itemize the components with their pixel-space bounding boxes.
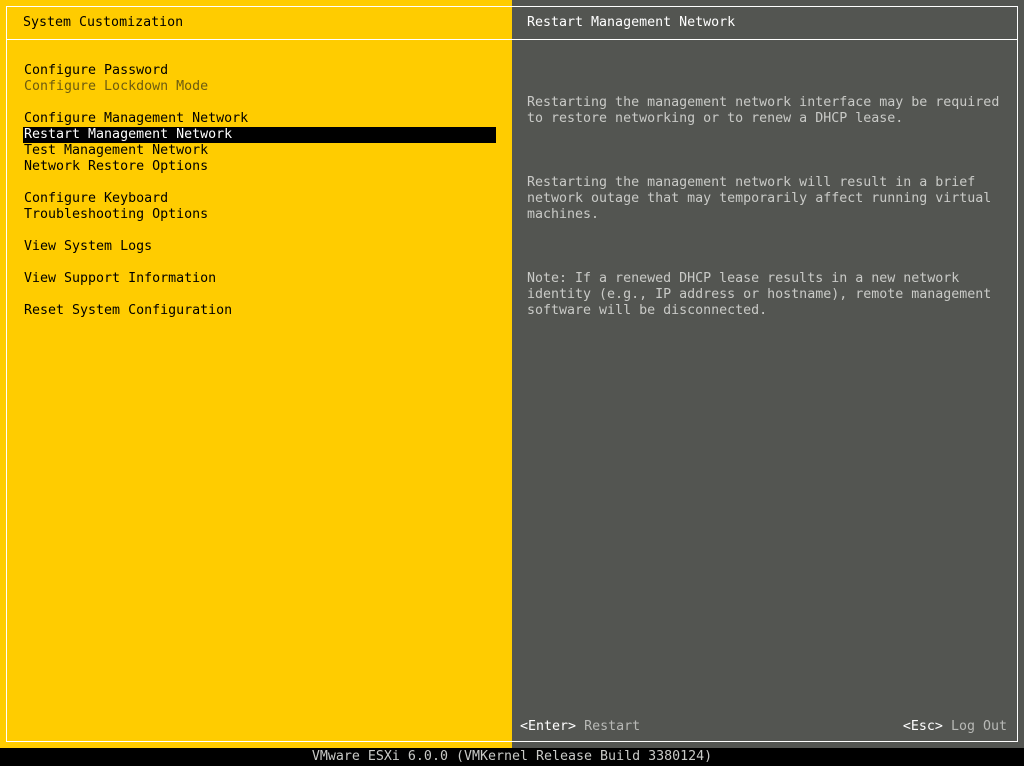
menu-item-configure-lockdown-mode[interactable]: Configure Lockdown Mode bbox=[23, 79, 496, 95]
menu-spacer bbox=[23, 255, 496, 271]
panel-border bbox=[6, 741, 512, 742]
help-text: Restarting the management network interf… bbox=[527, 63, 1012, 367]
help-paragraph: Restarting the management network will r… bbox=[527, 175, 992, 222]
help-panel: Restart Management Network Restarting th… bbox=[512, 0, 1024, 748]
menu-spacer bbox=[23, 175, 496, 191]
menu-panel-title: System Customization bbox=[23, 15, 184, 30]
title-divider bbox=[6, 39, 512, 40]
menu-spacer bbox=[23, 223, 496, 239]
logout-action[interactable]: <Esc> Log Out bbox=[903, 719, 1007, 735]
panel-border bbox=[512, 6, 1018, 7]
help-paragraph: Restarting the management network interf… bbox=[527, 95, 1000, 126]
menu-item-restart-management-network[interactable]: Restart Management Network bbox=[23, 127, 496, 143]
help-panel-title: Restart Management Network bbox=[527, 15, 736, 30]
help-paragraph: Note: If a renewed DHCP lease results in… bbox=[527, 271, 992, 318]
menu-item-reset-system-configuration[interactable]: Reset System Configuration bbox=[23, 303, 496, 319]
title-divider bbox=[512, 39, 1018, 40]
menu-item-view-support-information[interactable]: View Support Information bbox=[23, 271, 496, 287]
panel-border bbox=[1017, 6, 1018, 742]
esc-key-hint: <Esc> bbox=[902, 719, 943, 734]
panel-border bbox=[6, 6, 7, 742]
logout-action-label: Log Out bbox=[950, 719, 1007, 734]
menu-spacer bbox=[23, 287, 496, 303]
panel-border bbox=[6, 6, 512, 7]
menu-panel: System Customization Configure Password C… bbox=[0, 0, 512, 748]
menu-item-configure-management-network[interactable]: Configure Management Network bbox=[23, 111, 496, 127]
restart-action-label: Restart bbox=[584, 719, 641, 734]
restart-action[interactable]: <Enter> Restart bbox=[520, 719, 640, 735]
status-bar: VMware ESXi 6.0.0 (VMKernel Release Buil… bbox=[0, 748, 1024, 764]
menu-spacer bbox=[23, 95, 496, 111]
panel-border bbox=[512, 741, 1018, 742]
menu-item-configure-keyboard[interactable]: Configure Keyboard bbox=[23, 191, 496, 207]
enter-key-hint: <Enter> bbox=[520, 719, 577, 734]
menu-item-network-restore-options[interactable]: Network Restore Options bbox=[23, 159, 496, 175]
menu-item-view-system-logs[interactable]: View System Logs bbox=[23, 239, 496, 255]
customization-menu: Configure Password Configure Lockdown Mod… bbox=[23, 63, 496, 319]
menu-item-configure-password[interactable]: Configure Password bbox=[23, 63, 496, 79]
menu-item-troubleshooting-options[interactable]: Troubleshooting Options bbox=[23, 207, 496, 223]
menu-item-test-management-network[interactable]: Test Management Network bbox=[23, 143, 496, 159]
